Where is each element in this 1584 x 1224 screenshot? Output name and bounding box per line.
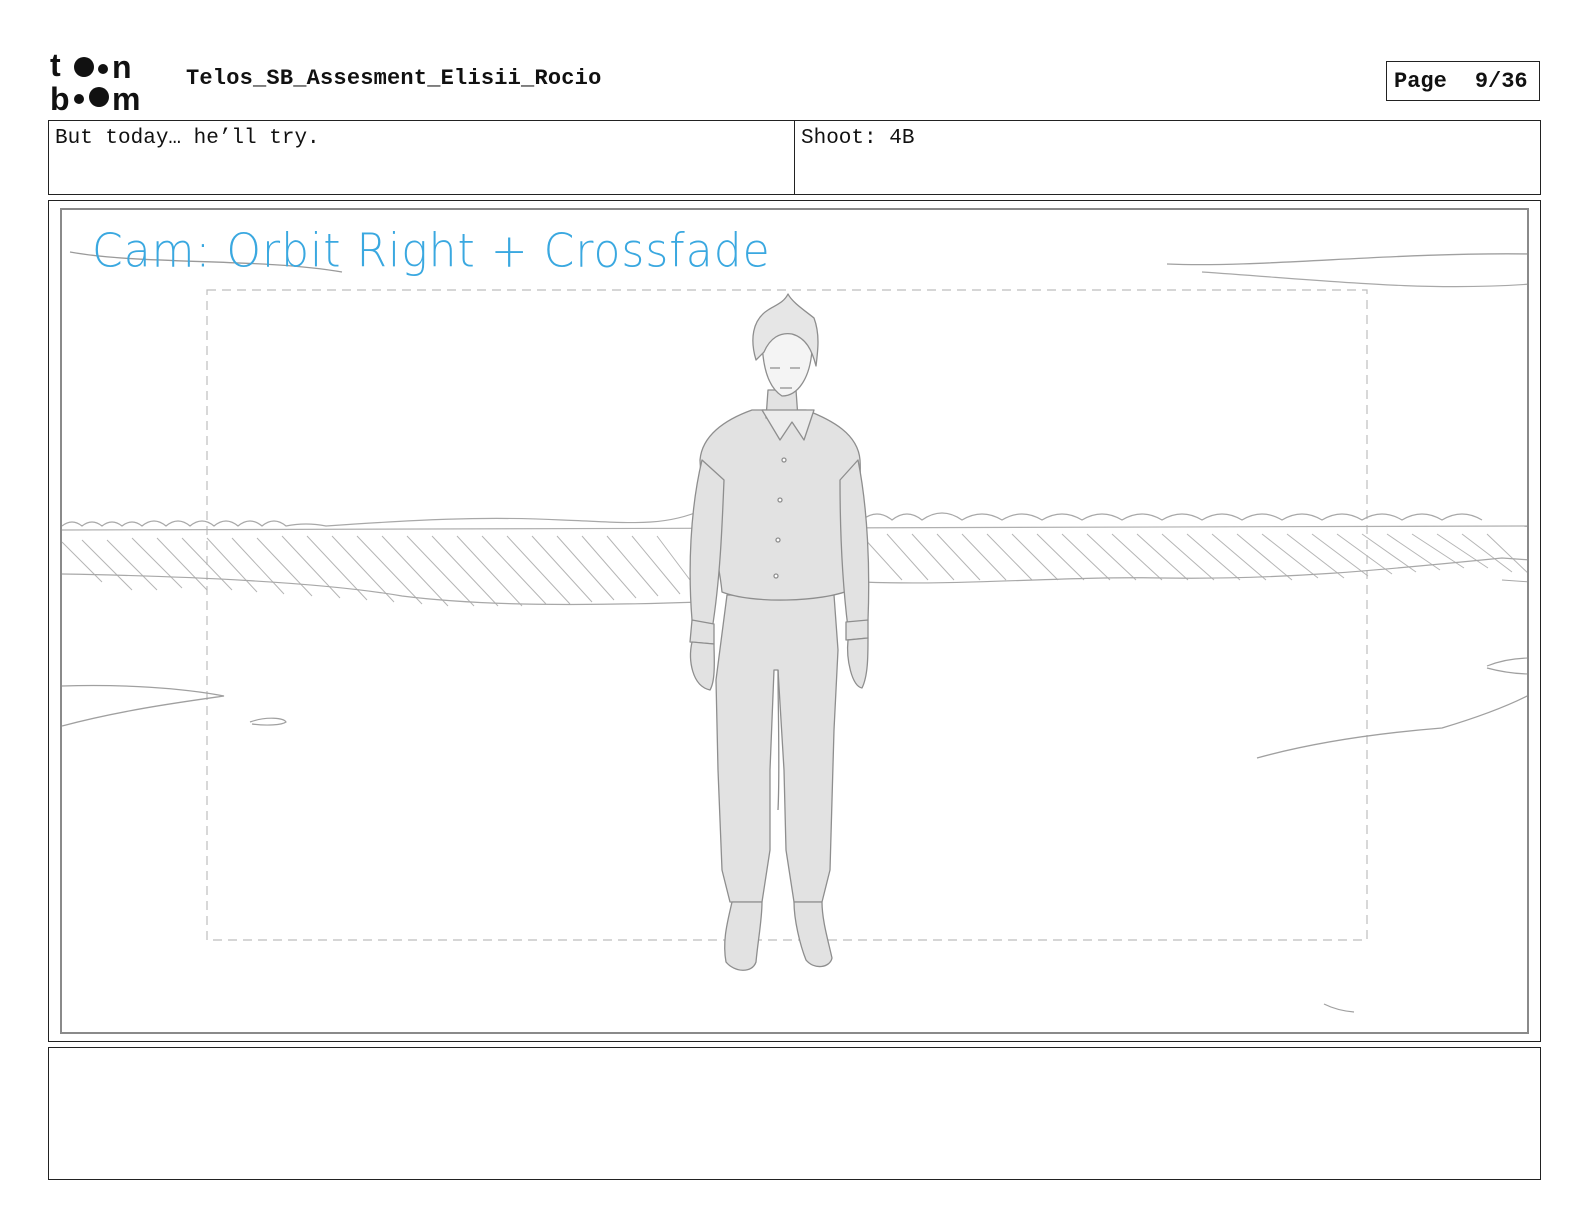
svg-text:m: m [112,81,140,112]
page-number: 9/36 [1474,68,1528,94]
page-label: Page [1394,68,1447,94]
dialogue-field[interactable]: But today… he’ll try. [49,121,794,194]
character-figure [689,293,870,971]
toon-boom-logo: t n b m [50,47,164,117]
camera-note: Cam: Orbit Right + Crossfade [92,224,771,279]
page-indicator: Page 9/36 [1386,61,1540,101]
svg-text:n: n [112,50,132,85]
shot-field[interactable]: Shoot: 4B [794,121,1540,194]
storyboard-panel: Cam: Orbit Right + Crossfade [60,208,1529,1034]
svg-text:t: t [50,50,61,83]
panel-info-row: But today… he’ll try. Shoot: 4B [48,120,1541,195]
document-title: Telos_SB_Assesment_Elisii_Rocio [186,66,602,91]
action-notes-field[interactable] [48,1047,1541,1180]
svg-text:b: b [50,81,70,112]
panel-drawing [62,251,1527,1013]
